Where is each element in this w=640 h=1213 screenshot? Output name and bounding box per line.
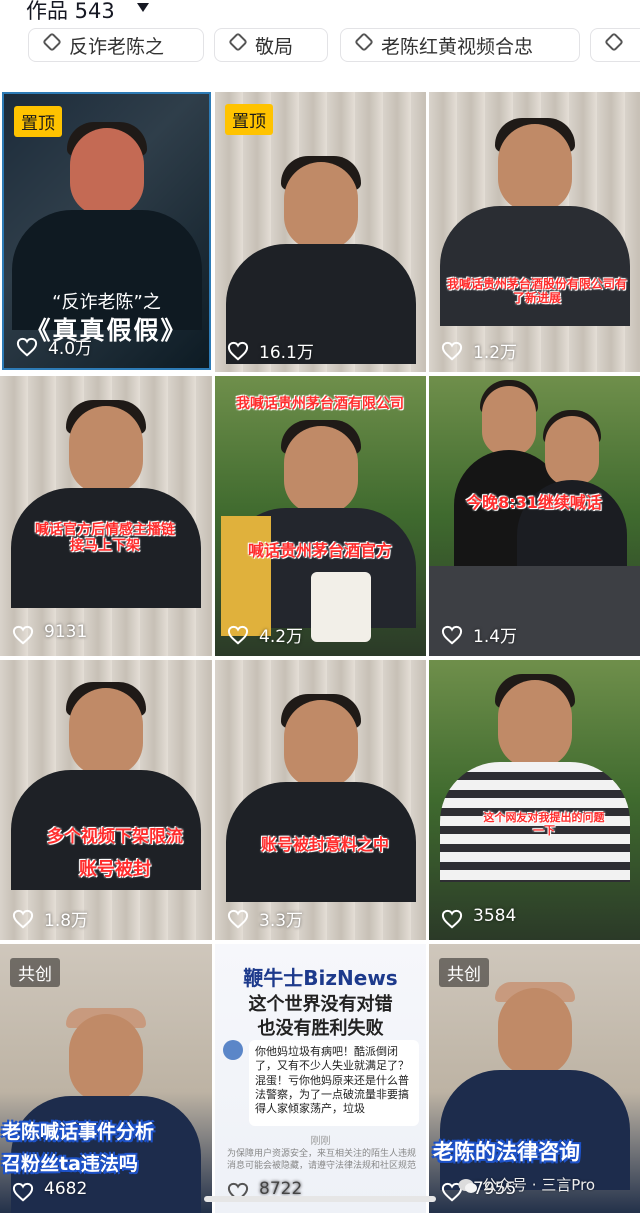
collection-chip-2[interactable]: 敬局	[214, 28, 328, 62]
video-thumbnail-11[interactable]: 鞭牛士BizNews 这个世界没有对错 也没有胜利失败 你他妈垃圾有病吧！酷派倒…	[215, 944, 426, 1213]
heart-icon	[227, 909, 249, 929]
liquor-box	[221, 516, 271, 636]
heart-icon	[12, 909, 34, 929]
pinned-badge: 置顶	[225, 104, 273, 135]
video-caption: 今晚8:31继续喊话	[466, 493, 602, 512]
thumbnail-person	[225, 156, 416, 372]
heart-icon	[441, 341, 463, 361]
liquor-bottle	[311, 572, 371, 642]
video-thumbnail-6[interactable]: 今晚8:31继续喊话 1.4万	[429, 376, 640, 656]
heart-icon	[227, 625, 249, 645]
video-thumbnail-4[interactable]: 喊话官方后情感主播链接马上下架 9131	[0, 376, 212, 656]
chip-label: 敬局	[255, 36, 294, 58]
thumbnail-person	[225, 694, 416, 910]
heart-icon	[441, 909, 463, 929]
chip-label: 反诈老陈之	[69, 36, 165, 58]
collection-chip-3[interactable]: 老陈红黄视频合忠	[340, 28, 580, 62]
collection-icon	[604, 32, 624, 52]
video-caption: 这个网友对我提出的问题一下	[483, 811, 605, 837]
video-caption: 账号被封意料之中	[260, 835, 389, 854]
video-caption-top: 我喊话贵州茅台酒有限公司	[236, 396, 404, 412]
video-thumbnail-12[interactable]: 共创 老陈的法律咨询 7955	[429, 944, 640, 1213]
works-count-title[interactable]: 作品 543	[26, 0, 115, 24]
collab-badge: 共创	[439, 958, 489, 987]
home-indicator[interactable]	[204, 1196, 436, 1202]
collab-badge: 共创	[10, 958, 60, 987]
video-caption-bottom: 喊话贵州茅台酒官方	[247, 541, 392, 560]
avatar	[223, 1040, 243, 1060]
video-caption: 喊话官方后情感主播链接马上下架	[35, 522, 175, 555]
video-caption-line-1: 老陈喊话事件分析	[2, 1121, 155, 1143]
collection-chip-more[interactable]	[590, 28, 640, 62]
thumbnail-person	[439, 674, 630, 890]
thumbnail-person	[11, 400, 201, 616]
pinned-badge: 置顶	[14, 106, 62, 137]
works-header: 作品 543	[0, 0, 640, 24]
video-caption: 老陈的法律咨询	[433, 1140, 580, 1164]
collection-icon	[228, 32, 248, 52]
message-time: 刚刚	[310, 1136, 331, 1147]
chip-label: 老陈红黄视频合忠	[381, 36, 534, 58]
video-caption-top: 多个视频下架限流	[47, 827, 183, 847]
video-thumbnail-5[interactable]: 我喊话贵州茅台酒有限公司 喊话贵州茅台酒官方 4.2万	[215, 376, 426, 656]
video-thumbnail-9[interactable]: 这个网友对我提出的问题一下 3584	[429, 660, 640, 940]
news-brand: 鞭牛士BizNews	[243, 966, 398, 990]
video-thumbnail-10[interactable]: 共创 老陈喊话事件分析 召粉丝ta违法吗 4682	[0, 944, 212, 1213]
video-thumbnail-1[interactable]: 置顶 “反诈老陈”之 《真真假假》 4.0万	[2, 92, 211, 370]
video-thumbnail-7[interactable]: 多个视频下架限流 账号被封 1.8万	[0, 660, 212, 940]
video-thumbnail-2[interactable]: 置顶 16.1万	[215, 92, 426, 372]
heart-icon	[441, 625, 463, 645]
heart-icon	[16, 337, 38, 357]
video-caption-line-2: 召粉丝ta违法吗	[2, 1153, 138, 1175]
collection-icon	[354, 32, 374, 52]
video-caption: 我喊话贵州茅台酒股份有限公司有了新进展	[447, 277, 628, 305]
heart-icon	[227, 341, 249, 361]
video-caption-bottom: 账号被封	[79, 859, 151, 880]
collection-chips: 反诈老陈之 敬局 老陈红黄视频合忠	[0, 24, 640, 86]
chevron-down-icon[interactable]	[137, 3, 149, 12]
wechat-icon	[458, 1179, 477, 1193]
video-thumbnail-3[interactable]: 我喊话贵州茅台酒股份有限公司有了新进展 1.2万	[429, 92, 640, 372]
safety-notice: 为保障用户资源安全，来互相关注的陌生人违规消息可能会被隐藏，请遵守法律法规和社区…	[227, 1149, 417, 1171]
heart-icon	[12, 625, 34, 645]
collection-chip-1[interactable]: 反诈老陈之	[28, 28, 204, 62]
heart-icon	[12, 1182, 34, 1202]
collection-icon	[42, 32, 62, 52]
message-bubble: 你他妈垃圾有病吧！酷派倒闭了，又有不少人失业就满足了？混蛋！亏你他妈原来还是什么…	[249, 1040, 419, 1126]
video-thumbnail-8[interactable]: 账号被封意料之中 3.3万	[215, 660, 426, 940]
video-text-line-2: 也没有胜利失败	[257, 1018, 384, 1039]
video-text-line-1: 这个世界没有对错	[248, 994, 393, 1015]
